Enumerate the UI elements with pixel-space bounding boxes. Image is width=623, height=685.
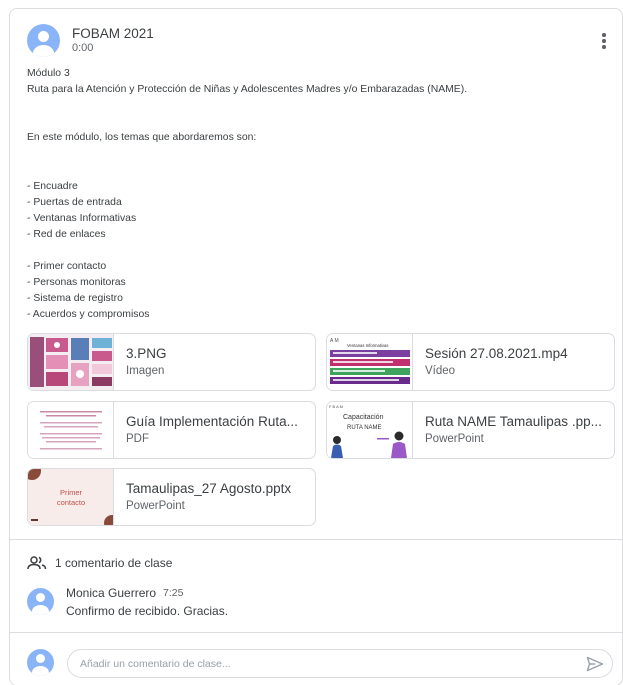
attachment-title: Guía Implementación Ruta... xyxy=(126,414,298,429)
slide-corner-text: F B A M xyxy=(329,404,343,409)
class-comments-count: 1 comentario de clase xyxy=(55,556,173,570)
video-thumbnail: A M Ventanas Informativas xyxy=(327,334,413,390)
post-author: FOBAM 2021 xyxy=(72,26,154,41)
powerpoint-thumbnail: Primer contacto xyxy=(28,469,114,525)
attachment-title: 3.PNG xyxy=(126,346,167,361)
attachment-title: Ruta NAME Tamaulipas .pp... xyxy=(425,414,602,429)
post-body-text: Módulo 3 Ruta para la Atención y Protecc… xyxy=(27,68,468,321)
attachment-powerpoint[interactable]: F B A M Capacitación RUTA NAME Ruta NAME… xyxy=(326,401,615,459)
send-icon[interactable] xyxy=(586,656,604,672)
more-vert-icon xyxy=(602,33,606,37)
attachment-type: Vídeo xyxy=(425,365,456,377)
attachment-type: PowerPoint xyxy=(425,433,484,445)
slide-title-text: Capacitación xyxy=(343,414,384,421)
divider xyxy=(10,632,622,633)
attachment-type: PDF xyxy=(126,433,149,445)
pdf-thumbnail xyxy=(28,402,114,458)
author-avatar[interactable] xyxy=(27,24,60,57)
attachment-type: PowerPoint xyxy=(126,500,185,512)
current-user-avatar xyxy=(27,649,54,676)
more-options-button[interactable] xyxy=(594,29,614,53)
comment-author-avatar[interactable] xyxy=(27,588,54,615)
attachment-type: Imagen xyxy=(126,365,165,377)
comment-text: Confirmo de recibido. Gracias. xyxy=(66,604,229,618)
attachment-image[interactable]: 3.PNG Imagen xyxy=(27,333,316,391)
slide-line2-text: contacto xyxy=(57,498,85,507)
attachment-pdf[interactable]: Guía Implementación Ruta... PDF xyxy=(27,401,316,459)
comment-time: 7:25 xyxy=(163,587,184,599)
attachment-title: Tamaulipas_27 Agosto.pptx xyxy=(126,481,292,496)
stream-post-card: FOBAM 2021 0:00 Módulo 3 Ruta para la At… xyxy=(9,8,623,685)
powerpoint-thumbnail: F B A M Capacitación RUTA NAME xyxy=(327,402,413,458)
comment-input-box[interactable] xyxy=(67,649,613,678)
slide-line1-text: Primer xyxy=(60,488,83,497)
class-comments-toggle[interactable]: 1 comentario de clase xyxy=(27,553,172,573)
divider xyxy=(10,539,622,540)
attachment-title: Sesión 27.08.2021.mp4 xyxy=(425,346,568,361)
people-icon xyxy=(27,556,47,570)
video-header-text: Ventanas Informativas xyxy=(347,343,388,348)
slide-subtitle-text: RUTA NAME xyxy=(347,425,382,431)
comment-author: Monica Guerrero xyxy=(66,586,157,600)
post-time: 0:00 xyxy=(72,42,94,54)
attachment-powerpoint[interactable]: Primer contacto Tamaulipas_27 Agosto.ppt… xyxy=(27,468,316,526)
image-thumbnail xyxy=(28,334,114,390)
comment-input[interactable] xyxy=(80,655,570,673)
video-corner-text: A M xyxy=(330,338,339,344)
attachment-video[interactable]: A M Ventanas Informativas Sesión 27.08.2… xyxy=(326,333,615,391)
